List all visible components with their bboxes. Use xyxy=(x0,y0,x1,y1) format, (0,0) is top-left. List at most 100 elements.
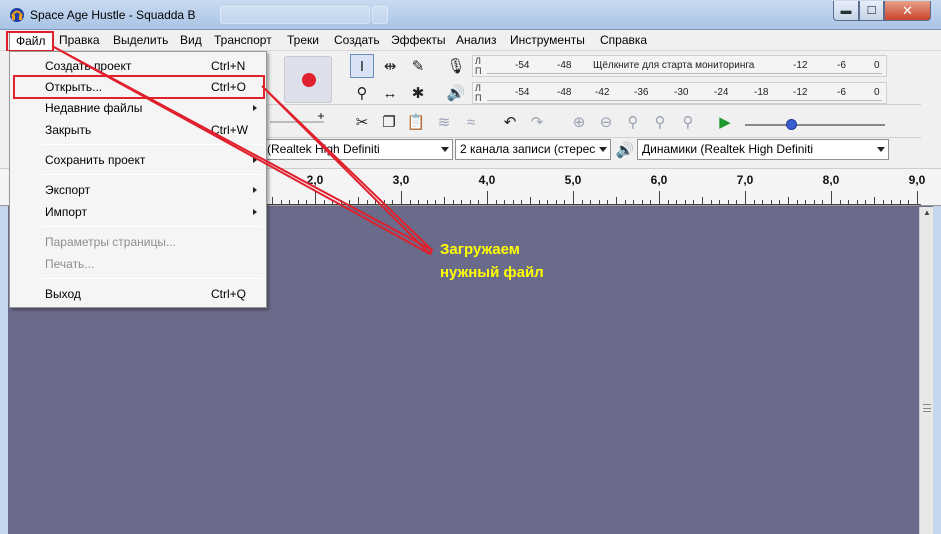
menu-item-label: Выход xyxy=(45,287,81,301)
ruler-tick xyxy=(831,191,832,205)
meter-scale-line xyxy=(487,100,882,101)
copy-icon[interactable]: ❐ xyxy=(377,110,401,134)
record-button[interactable] xyxy=(284,56,332,103)
menu-edit[interactable]: Правка xyxy=(59,33,100,47)
selection-tool-icon[interactable]: I xyxy=(350,54,374,78)
zoom-tool-icon[interactable]: ⚲ xyxy=(350,81,374,105)
scroll-grip-icon[interactable] xyxy=(923,404,931,412)
annotation-line: нужный файл xyxy=(440,264,544,281)
file-menu-export[interactable]: Экспорт xyxy=(11,180,265,200)
zoom-out-icon[interactable]: ⊖ xyxy=(594,110,618,134)
ruler-tick xyxy=(289,200,291,205)
file-menu-recent-files[interactable]: Недавние файлы xyxy=(11,98,265,118)
open-item-highlight xyxy=(13,75,265,99)
file-menu-new-project[interactable]: Создать проект Ctrl+N xyxy=(11,56,265,76)
menu-item-label: Печать... xyxy=(45,257,95,271)
ruler-tick xyxy=(297,200,299,205)
blurred-tab-close xyxy=(372,6,388,24)
cut-icon[interactable]: ✂ xyxy=(350,110,374,134)
maximize-button[interactable]: ☐ xyxy=(859,1,884,21)
ruler-tick xyxy=(641,200,643,205)
meter-right-label: П xyxy=(475,93,482,103)
ruler-tick xyxy=(547,200,549,205)
ruler-tick xyxy=(521,200,523,205)
undo-icon[interactable]: ↶ xyxy=(498,110,522,134)
ruler-tick xyxy=(392,200,394,205)
title-bar: Space Age Hustle - Squadda B ▬ ☐ ✕ xyxy=(0,0,941,30)
menu-tools[interactable]: Инструменты xyxy=(510,33,585,47)
submenu-arrow-icon xyxy=(253,187,257,193)
zoom-toggle-icon[interactable]: ⚲ xyxy=(676,110,700,134)
meter-scale-line xyxy=(487,73,882,74)
ruler-tick xyxy=(667,200,669,205)
speaker-icon[interactable]: 🔊 xyxy=(444,81,468,105)
input-device-select[interactable]: (Realtek High Definiti xyxy=(262,139,453,160)
ruler-tick xyxy=(487,191,488,205)
meter-tick: -42 xyxy=(595,87,610,98)
draw-tool-icon[interactable]: ✎ xyxy=(406,54,430,78)
file-menu-import[interactable]: Импорт xyxy=(11,202,265,222)
menu-item-label: Закрыть xyxy=(45,123,92,137)
record-meter[interactable]: Л П -54 -48 Щёлкните для старта монитори… xyxy=(472,55,887,77)
timeshift-tool-icon[interactable]: ↔ xyxy=(378,81,402,105)
play-at-speed-icon[interactable]: ▶ xyxy=(713,110,737,134)
scroll-up-icon[interactable]: ▲ xyxy=(921,208,933,220)
chevron-down-icon xyxy=(599,147,607,152)
submenu-arrow-icon xyxy=(253,209,257,215)
microphone-icon[interactable]: 🎙 xyxy=(444,54,468,78)
ruler-tick xyxy=(530,197,531,205)
trim-icon[interactable]: ≋ xyxy=(432,110,456,134)
menu-analyze[interactable]: Анализ xyxy=(456,33,497,47)
channels-value: 2 канала записи (стерес xyxy=(460,142,596,156)
menu-separator xyxy=(41,144,263,145)
ruler-tick xyxy=(512,200,514,205)
play-speed-slider[interactable] xyxy=(745,124,885,126)
meter-tick: 0 xyxy=(874,87,880,98)
ruler-tick xyxy=(323,200,325,205)
menu-view[interactable]: Вид xyxy=(180,33,202,47)
menu-separator xyxy=(41,226,263,227)
menu-select[interactable]: Выделить xyxy=(113,33,168,47)
ruler-tick xyxy=(315,191,316,205)
zoom-in-icon[interactable]: ⊕ xyxy=(567,110,591,134)
output-device-select[interactable]: Динамики (Realtek High Definiti xyxy=(637,139,889,160)
vertical-scrollbar[interactable]: ▲ xyxy=(919,207,933,534)
file-menu-exit[interactable]: Выход Ctrl+Q xyxy=(11,284,265,304)
ruler-tick xyxy=(358,197,359,205)
menu-item-label: Параметры страницы... xyxy=(45,235,176,249)
menu-effects[interactable]: Эффекты xyxy=(391,33,446,47)
paste-icon[interactable]: 📋 xyxy=(404,110,428,134)
menu-transport[interactable]: Транспорт xyxy=(214,33,272,47)
ruler-tick xyxy=(684,200,686,205)
ruler-tick xyxy=(899,200,901,205)
ruler-label: 4,0 xyxy=(478,173,496,187)
close-button[interactable]: ✕ xyxy=(884,1,931,21)
silence-icon[interactable]: ≈ xyxy=(459,110,483,134)
fit-selection-icon[interactable]: ⚲ xyxy=(621,110,645,134)
redo-icon[interactable]: ↷ xyxy=(525,110,549,134)
mixer-slider[interactable] xyxy=(268,111,332,127)
ruler-tick xyxy=(796,200,798,205)
meter-tick: 0 xyxy=(874,60,880,71)
ruler-tick xyxy=(555,200,557,205)
menu-generate[interactable]: Создать xyxy=(334,33,380,47)
file-menu-save-project[interactable]: Сохранить проект xyxy=(11,150,265,170)
menu-help[interactable]: Справка xyxy=(600,33,647,47)
ruler-tick xyxy=(401,191,402,205)
minimize-button[interactable]: ▬ xyxy=(833,1,859,21)
envelope-tool-icon[interactable]: ⇹ xyxy=(378,54,402,78)
fit-project-icon[interactable]: ⚲ xyxy=(648,110,672,134)
menu-tracks[interactable]: Треки xyxy=(287,33,319,47)
menu-item-label: Сохранить проект xyxy=(45,153,146,167)
file-menu-close[interactable]: Закрыть Ctrl+W xyxy=(11,120,265,140)
play-speed-slider-knob[interactable] xyxy=(786,119,797,130)
playback-meter[interactable]: Л П -54 -48 -42 -36 -30 -24 -18 -12 -6 0 xyxy=(472,82,887,104)
meter-tick: -30 xyxy=(674,87,689,98)
ruler-tick xyxy=(762,200,764,205)
channels-select[interactable]: 2 канала записи (стерес xyxy=(455,139,611,160)
multi-tool-icon[interactable]: ✱ xyxy=(406,81,430,105)
menu-separator xyxy=(41,174,263,175)
ruler-tick xyxy=(779,200,781,205)
input-device-value: (Realtek High Definiti xyxy=(267,142,380,156)
ruler-tick xyxy=(624,200,626,205)
